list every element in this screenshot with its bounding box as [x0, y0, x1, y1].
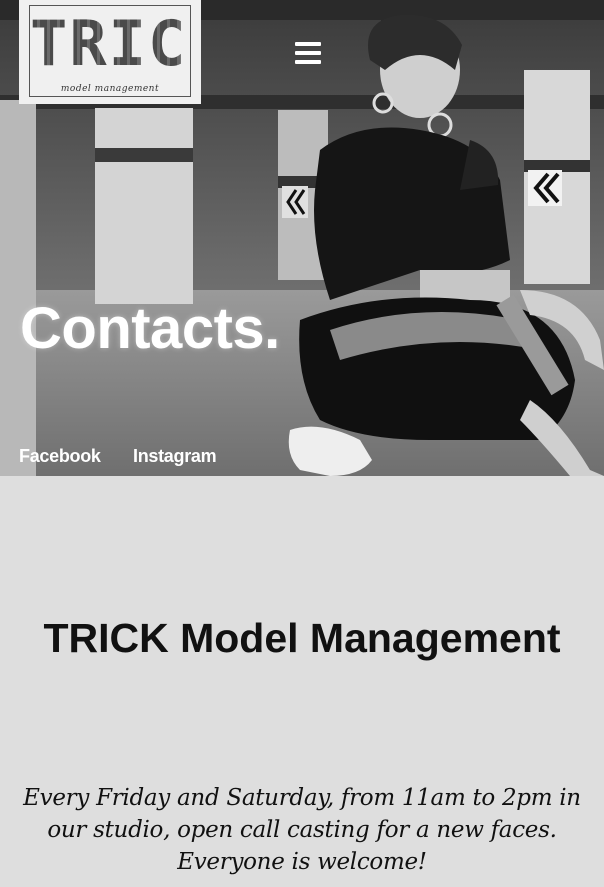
logo-frame: TRICK model management [29, 5, 227, 97]
page-title: Contacts. [20, 296, 280, 361]
instagram-link[interactable]: Instagram [133, 446, 217, 467]
facebook-link[interactable]: Facebook [19, 446, 101, 467]
contact-content: TRICK Model Management Every Friday and … [0, 476, 604, 887]
logo[interactable]: TRICK model management [19, 0, 227, 104]
company-name-heading: TRICK Model Management [43, 615, 561, 661]
logo-wordmark: TRICK [30, 7, 227, 80]
hero-section: TRICK model management Contacts. Faceboo… [0, 0, 604, 476]
casting-info-text: Every Friday and Saturday, from 11am to … [23, 785, 581, 875]
logo-subtitle: model management [60, 84, 160, 94]
hamburger-menu-icon[interactable] [295, 42, 321, 66]
